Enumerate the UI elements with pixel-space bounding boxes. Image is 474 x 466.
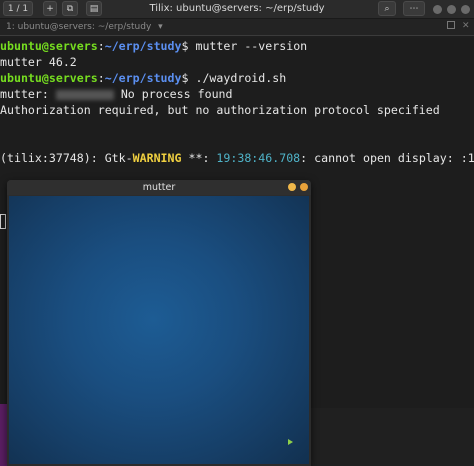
line-suffix: : cannot open display: :1 [300,151,474,165]
add-session-button[interactable]: + [43,1,57,16]
redacted-text [55,89,114,100]
tab-label-text: 1: ubuntu@servers: ~/erp/study [6,22,152,32]
mutter-display-area[interactable] [9,196,309,464]
search-button[interactable]: ⌕ [378,1,396,16]
warning-label: WARNING [132,151,182,165]
terminal-line: Authorization required, but no authoriza… [0,103,440,117]
prompt-user: ubuntu@servers [0,71,98,85]
line-mid: **: [181,151,217,165]
menu-button[interactable]: ⋯ [403,1,425,16]
line-prefix: mutter: [0,87,56,101]
session-counter-button[interactable]: 1 / 1 [3,1,33,16]
split-button[interactable]: ▤ [86,1,102,16]
line-text: No process found [113,87,233,101]
mutter-window[interactable]: mutter [7,180,311,466]
command-text: ./waydroid.sh [195,71,287,85]
search-icon: ⌕ [384,4,390,14]
terminal-tab-title[interactable]: 1: ubuntu@servers: ~/erp/study ▾ [6,19,163,35]
new-window-button[interactable]: ⧉ [62,1,78,16]
line-prefix: (tilix:37748): Gtk- [0,151,133,165]
prompt-user: ubuntu@servers [0,39,98,53]
terminal-line: ubuntu@servers:~/erp/study$ mutter --ver… [0,39,308,53]
timestamp: 19:38:46.708 [216,151,301,165]
mutter-title: mutter [142,182,176,193]
terminal-line: mutter 46.2 [0,55,77,69]
terminal-line: mutter: No process found [0,86,233,102]
close-dot[interactable] [461,5,470,14]
terminal-cursor [0,214,6,229]
prompt-path: ~/erp/study [104,39,182,53]
close-dot[interactable] [300,183,308,191]
maximize-dot[interactable] [447,5,456,14]
maximize-terminal-icon[interactable] [447,21,455,29]
terminal-line: (tilix:37748): Gtk-WARNING **: 19:38:46.… [0,150,474,166]
minimize-dot[interactable] [288,183,296,191]
tilix-titlebar: 1 / 1 + ⧉ ▤ Tilix: ubuntu@servers: ~/erp… [0,0,474,19]
close-terminal-icon[interactable]: ✕ [462,19,470,33]
mutter-titlebar[interactable]: mutter [7,180,311,195]
terminal-tab-bar: 1: ubuntu@servers: ~/erp/study ▾ ✕ [0,19,474,36]
minimize-dot[interactable] [433,5,442,14]
new-window-icon: ⧉ [66,4,74,14]
split-icon: ▤ [89,4,99,14]
more-icon: ⋯ [409,4,419,14]
command-text: mutter --version [195,39,308,53]
terminal-line: ubuntu@servers:~/erp/study$ ./waydroid.s… [0,71,287,85]
prompt-path: ~/erp/study [104,71,182,85]
chevron-down-icon[interactable]: ▾ [158,22,163,32]
mouse-pointer-icon [288,439,293,445]
